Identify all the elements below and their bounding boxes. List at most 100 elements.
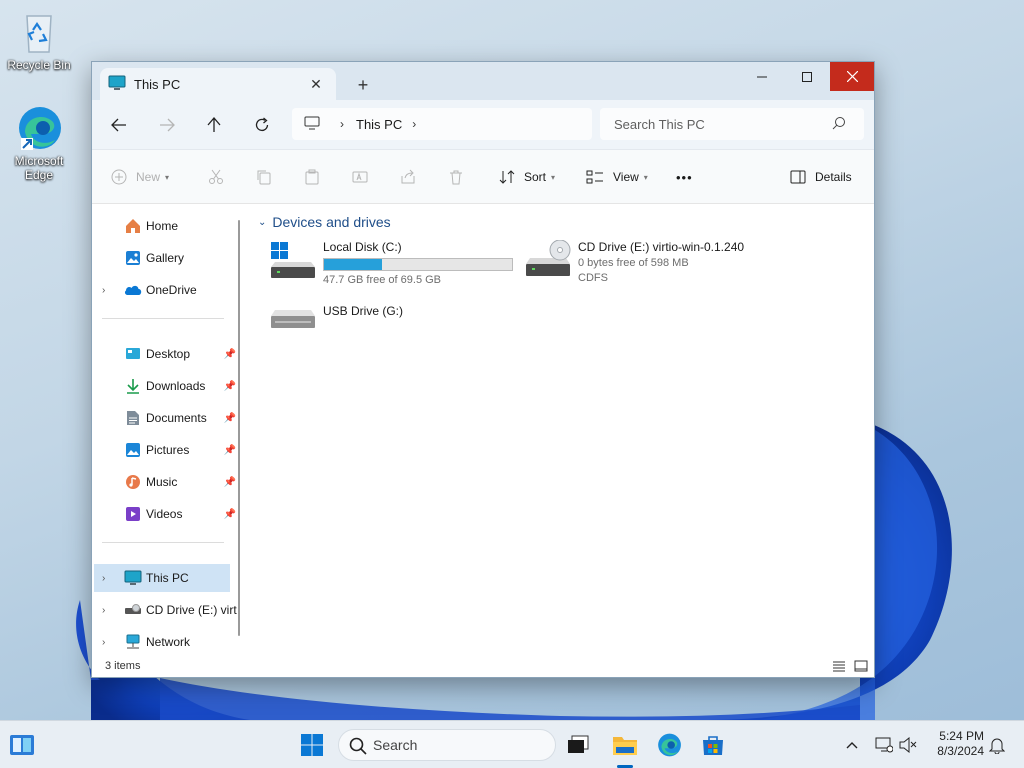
minimize-button[interactable] (739, 62, 785, 91)
network-status-button[interactable] (874, 735, 894, 755)
tab-this-pc[interactable]: This PC ✕ (100, 68, 336, 100)
monitor-icon (304, 116, 320, 133)
see-more-button[interactable]: ••• (676, 165, 693, 189)
chevron-right-icon[interactable]: › (102, 605, 114, 616)
close-button[interactable] (830, 62, 874, 91)
widgets-button[interactable] (6, 729, 38, 761)
sidebar-item-onedrive[interactable]: › OneDrive (102, 276, 230, 304)
sidebar-item-cd-drive[interactable]: › CD Drive (E:) virt (102, 596, 237, 624)
desktop-icon-microsoft-edge[interactable]: Microsoft Edge (3, 104, 75, 182)
sidebar-scrollbar[interactable] (238, 220, 240, 636)
back-button[interactable] (105, 112, 133, 138)
chevron-right-icon[interactable]: › (102, 573, 114, 584)
rename-button[interactable] (352, 165, 368, 189)
details-pane-icon (790, 170, 806, 184)
search-input[interactable]: Search This PC (614, 117, 705, 132)
large-icons-view-icon (854, 660, 868, 672)
network-icon (124, 633, 142, 651)
group-title: Devices and drives (272, 214, 391, 230)
windows-logo-icon (301, 734, 323, 756)
volume-button[interactable] (898, 735, 918, 755)
edge-icon (658, 733, 681, 757)
sidebar-item-downloads[interactable]: Downloads 📌 (102, 372, 236, 400)
store-taskbar-button[interactable] (697, 729, 729, 761)
sidebar-item-pictures[interactable]: Pictures 📌 (102, 436, 236, 464)
cut-button[interactable] (208, 165, 224, 189)
sidebar-item-music[interactable]: Music 📌 (102, 468, 236, 496)
details-pane-button[interactable]: Details (790, 165, 852, 189)
document-icon (124, 409, 142, 427)
refresh-button[interactable] (248, 112, 276, 138)
navigation-bar: › This PC › Search This PC (92, 100, 874, 150)
drive-free-space: 0 bytes free of 598 MB (578, 257, 689, 269)
network-monitor-icon (875, 737, 893, 753)
new-button[interactable]: New ▾ (111, 165, 169, 189)
share-button[interactable] (400, 165, 416, 189)
task-view-button[interactable] (562, 729, 594, 761)
view-label: View (613, 170, 639, 184)
clipboard-icon (305, 169, 319, 185)
sort-button[interactable]: Sort ▾ (499, 165, 555, 189)
search-icon (832, 116, 846, 133)
hard-drive-icon (271, 240, 317, 280)
chevron-right-icon[interactable]: › (102, 637, 114, 648)
maximize-button[interactable] (784, 62, 830, 91)
title-bar[interactable]: This PC ✕ + (92, 62, 874, 100)
drive-item-local-disk-c[interactable]: Local Disk (C:) 47.7 GB free of 69.5 GB (271, 240, 521, 290)
sidebar-item-this-pc[interactable]: › This PC (94, 564, 230, 592)
address-bar[interactable]: › This PC › (292, 108, 592, 140)
notifications-button[interactable] (987, 735, 1007, 755)
taskbar-search-input[interactable]: Search (373, 737, 417, 753)
paste-button[interactable] (304, 165, 320, 189)
up-button[interactable] (200, 112, 228, 138)
file-explorer-window: This PC ✕ + › This PC › Search This PC N… (91, 61, 875, 678)
chevron-down-icon: ▾ (643, 172, 648, 182)
forward-button[interactable] (153, 112, 181, 138)
desktop-icon-recycle-bin[interactable]: Recycle Bin (3, 8, 75, 72)
group-header-devices-and-drives[interactable]: ⌄ Devices and drives (258, 214, 391, 230)
chevron-down-icon: ▾ (165, 172, 170, 182)
gallery-icon (124, 249, 142, 267)
copy-button[interactable] (256, 165, 272, 189)
folder-icon (613, 737, 637, 755)
view-button[interactable]: View ▾ (586, 165, 648, 189)
sidebar-item-network[interactable]: › Network (102, 628, 230, 656)
large-icons-view-button[interactable] (854, 659, 868, 673)
sidebar-item-desktop[interactable]: Desktop 📌 (102, 340, 236, 368)
file-list: ⌄ Devices and drives Local Disk (C:) 47.… (246, 204, 874, 657)
sidebar-item-documents[interactable]: Documents 📌 (102, 404, 236, 432)
breadcrumb-this-pc[interactable]: This PC (356, 117, 402, 132)
chevron-up-icon (846, 742, 858, 749)
sidebar-divider (102, 542, 224, 543)
sidebar-item-gallery[interactable]: Gallery (102, 244, 230, 272)
file-explorer-taskbar-button[interactable] (609, 729, 641, 761)
delete-button[interactable] (448, 165, 464, 189)
chevron-right-icon[interactable]: › (102, 285, 114, 296)
plus-circle-icon (111, 169, 127, 185)
sidebar-divider (102, 318, 224, 319)
pin-icon: 📌 (223, 508, 236, 520)
search-box[interactable]: Search This PC (600, 108, 864, 140)
sidebar-item-home[interactable]: Home (102, 212, 230, 240)
drive-item-usb-drive-g[interactable]: USB Drive (G:) (271, 304, 521, 354)
show-hidden-icons-button[interactable] (842, 735, 862, 755)
clock[interactable]: 5:24 PM 8/3/2024 (928, 729, 984, 759)
home-icon (124, 217, 142, 235)
arrow-right-icon (160, 118, 175, 132)
drive-item-cd-drive-e[interactable]: CD Drive (E:) virtio-win-0.1.240 0 bytes… (526, 239, 826, 290)
sidebar-item-videos[interactable]: Videos 📌 (102, 500, 236, 528)
status-bar: 3 items (92, 657, 874, 677)
breadcrumb-chevron-icon[interactable]: › (340, 117, 344, 131)
edge-taskbar-button[interactable] (653, 729, 685, 761)
breadcrumb-chevron-icon[interactable]: › (412, 117, 416, 131)
bell-icon (989, 738, 1005, 754)
view-list-icon (586, 170, 603, 184)
start-button[interactable] (296, 729, 328, 761)
pin-icon: 📌 (223, 476, 236, 488)
taskbar-search[interactable]: Search (338, 729, 556, 761)
videos-icon (124, 505, 142, 523)
new-tab-button[interactable]: + (350, 72, 376, 98)
tab-close-button[interactable]: ✕ (304, 72, 328, 96)
details-view-button[interactable] (832, 659, 846, 673)
sidebar-item-label: OneDrive (146, 283, 197, 297)
